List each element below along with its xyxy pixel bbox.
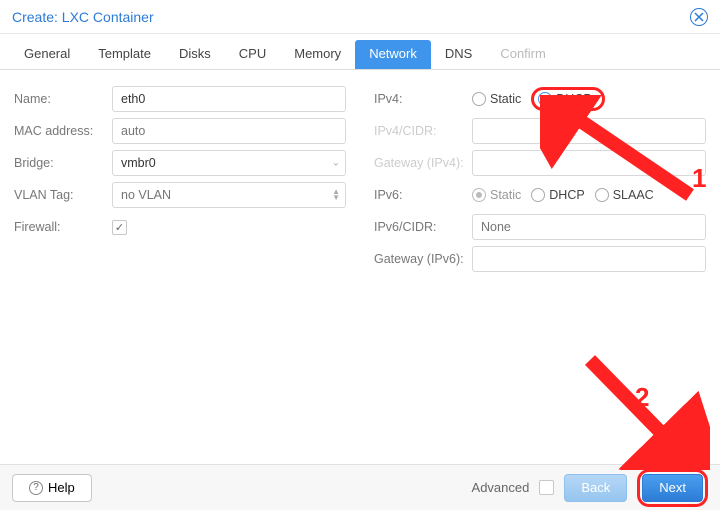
bridge-label: Bridge:: [14, 156, 112, 170]
firewall-checkbox[interactable]: ✓: [112, 220, 127, 235]
close-icon[interactable]: [690, 8, 708, 26]
ipv4-dhcp-label: DHCP: [556, 92, 591, 106]
tab-strip: General Template Disks CPU Memory Networ…: [0, 34, 720, 70]
ipv6-slaac-label: SLAAC: [613, 188, 654, 202]
window-title: Create: LXC Container: [12, 9, 154, 25]
tab-disks[interactable]: Disks: [165, 40, 225, 69]
tab-network[interactable]: Network: [355, 40, 431, 69]
ipv4cidr-label: IPv4/CIDR:: [374, 124, 472, 138]
tab-dns[interactable]: DNS: [431, 40, 486, 69]
left-column: Name: MAC address: Bridge: ⌄ VLAN Tag: ▲…: [14, 84, 346, 440]
gateway6-label: Gateway (IPv6):: [374, 252, 472, 266]
ipv6-static-radio[interactable]: Static: [472, 188, 521, 202]
form-body: Name: MAC address: Bridge: ⌄ VLAN Tag: ▲…: [0, 70, 720, 440]
ipv6cidr-input[interactable]: [472, 214, 706, 240]
gateway6-input[interactable]: [472, 246, 706, 272]
ipv6-dhcp-label: DHCP: [549, 188, 584, 202]
back-button[interactable]: Back: [564, 474, 627, 502]
ipv4-static-label: Static: [490, 92, 521, 106]
gateway4-input: [472, 150, 706, 176]
help-button[interactable]: ? Help: [12, 474, 92, 502]
tab-template[interactable]: Template: [84, 40, 165, 69]
help-icon: ?: [29, 481, 43, 495]
ipv4-static-radio[interactable]: Static: [472, 92, 521, 106]
back-label: Back: [581, 480, 610, 495]
advanced-checkbox[interactable]: [539, 480, 554, 495]
ipv6-static-label: Static: [490, 188, 521, 202]
ipv4-label: IPv4:: [374, 92, 472, 106]
gateway4-label: Gateway (IPv4):: [374, 156, 472, 170]
firewall-label: Firewall:: [14, 220, 112, 234]
ipv6-slaac-radio[interactable]: SLAAC: [595, 188, 654, 202]
tab-memory[interactable]: Memory: [280, 40, 355, 69]
tab-general[interactable]: General: [10, 40, 84, 69]
name-input[interactable]: [112, 86, 346, 112]
advanced-label: Advanced: [472, 480, 530, 495]
vlan-stepper[interactable]: [112, 182, 346, 208]
ipv6-dhcp-radio[interactable]: DHCP: [531, 188, 584, 202]
annotation-circle-dhcp: DHCP: [531, 87, 604, 111]
name-label: Name:: [14, 92, 112, 106]
annotation-circle-next: Next: [637, 469, 708, 507]
bridge-combo[interactable]: [112, 150, 346, 176]
ipv4-dhcp-radio[interactable]: DHCP: [538, 92, 591, 106]
footer: ? Help Advanced Back Next: [0, 464, 720, 510]
mac-label: MAC address:: [14, 124, 112, 138]
help-label: Help: [48, 480, 75, 495]
ipv6cidr-label: IPv6/CIDR:: [374, 220, 472, 234]
vlan-label: VLAN Tag:: [14, 188, 112, 202]
titlebar: Create: LXC Container: [0, 0, 720, 34]
next-button[interactable]: Next: [642, 474, 703, 502]
ipv4cidr-input: [472, 118, 706, 144]
right-column: IPv4: Static DHCP IPv4/CIDR: Gate: [374, 84, 706, 440]
tab-confirm: Confirm: [486, 40, 560, 69]
ipv6-label: IPv6:: [374, 188, 472, 202]
tab-cpu[interactable]: CPU: [225, 40, 280, 69]
mac-input[interactable]: [112, 118, 346, 144]
next-label: Next: [659, 480, 686, 495]
dialog: Create: LXC Container General Template D…: [0, 0, 720, 510]
